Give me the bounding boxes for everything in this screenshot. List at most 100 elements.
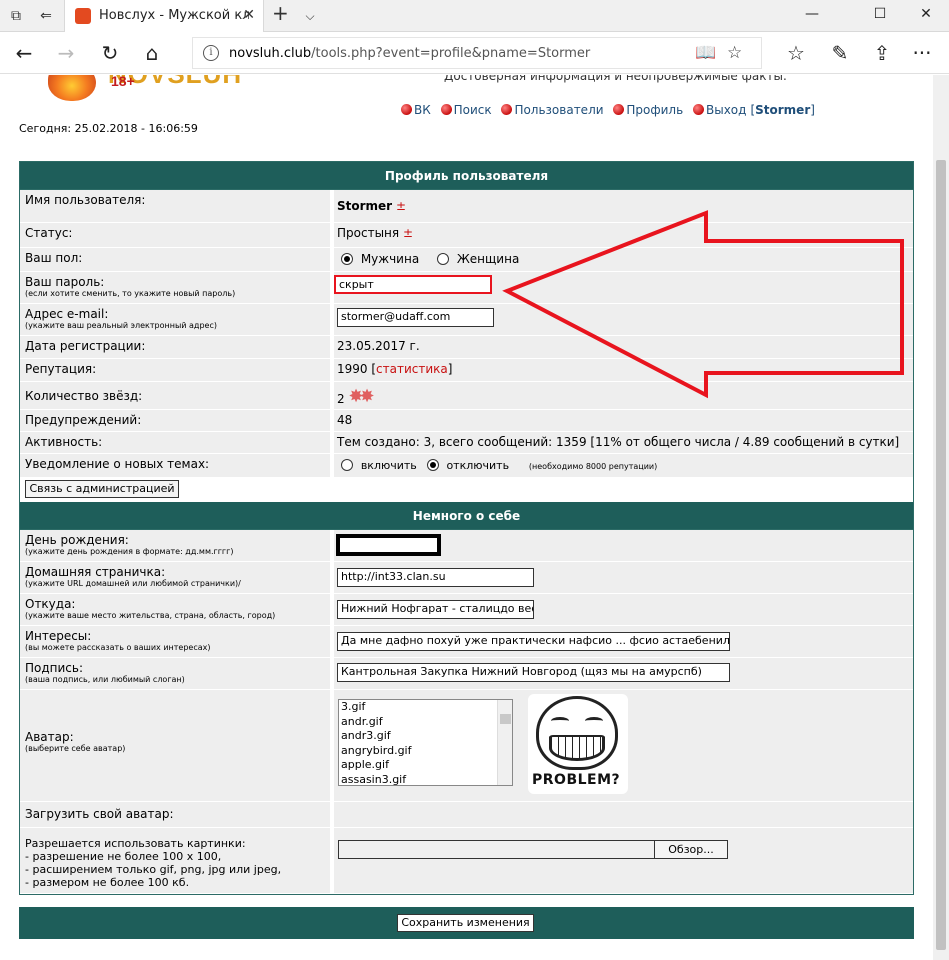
- reputation-label: Репутация:: [25, 362, 97, 376]
- site-info-icon[interactable]: i: [203, 45, 219, 61]
- new-tab-icon[interactable]: +: [272, 3, 289, 23]
- more-menu-icon[interactable]: ···: [908, 40, 936, 66]
- avatar-option[interactable]: andr.gif: [339, 715, 512, 730]
- nav-logout-link[interactable]: Выход: [706, 103, 746, 117]
- upload-label: Загрузить свой аватар:: [25, 807, 174, 821]
- minimize-icon[interactable]: —: [789, 6, 835, 26]
- birthday-row: День рождения: (укажите день рождения в ф…: [20, 530, 913, 562]
- signature-input[interactable]: Кантрольная Закупка Нижний Новгород (щяз…: [337, 663, 730, 682]
- contact-admin-button[interactable]: Связь с администрацией: [25, 480, 179, 498]
- birthday-label: День рождения:: [25, 533, 129, 547]
- reading-view-icon[interactable]: 📖: [695, 43, 716, 63]
- avatar-preview: PROBLEM?: [528, 694, 628, 794]
- web-note-icon[interactable]: ✎: [826, 40, 854, 66]
- set-aside-tabs-icon[interactable]: ⇐: [38, 8, 54, 24]
- avatar-list-scrollbar[interactable]: [497, 700, 512, 785]
- interests-input[interactable]: Да мне дафно похуй уже практически нафси…: [337, 632, 730, 651]
- registration-row: Дата регистрации: 23.05.2017 г.: [20, 336, 913, 359]
- email-label: Адрес e-mail:: [25, 307, 109, 321]
- tab-actions-icon[interactable]: ⧉: [8, 8, 24, 24]
- scroll-thumb[interactable]: [936, 160, 946, 950]
- nav-vk-link[interactable]: ВК: [414, 103, 431, 117]
- save-changes-button[interactable]: Сохранить изменения: [397, 914, 534, 932]
- warnings-label: Предупреждений:: [25, 413, 142, 427]
- username-value: Stormer: [337, 199, 393, 213]
- upload-rule: - разрешение не более 100 x 100,: [25, 850, 222, 863]
- gender-label: Ваш пол:: [25, 251, 83, 265]
- bullet-icon: [401, 104, 412, 115]
- current-user[interactable]: Stormer: [755, 103, 810, 117]
- homepage-hint: (укажите URL домашней или любимой страни…: [25, 579, 241, 588]
- homepage-input[interactable]: http://int33.clan.su: [337, 568, 534, 587]
- reputation-stats-link[interactable]: статистика: [376, 362, 448, 376]
- avatar-row: Аватар: (выберите себе аватар) 3.gif andr…: [20, 690, 913, 802]
- nav-users-link[interactable]: Пользователи: [514, 103, 603, 117]
- title-bar: ⧉ ⇐ Новслух - Мужской клуб ✕ + ⌵ — ☐ ✕: [0, 0, 949, 32]
- address-bar[interactable]: i novsluh.club/tools.php?event=profile&p…: [192, 37, 762, 69]
- interests-row: Интересы: (вы можете рассказать о ваших и…: [20, 626, 913, 658]
- avatar-option[interactable]: andr3.gif: [339, 729, 512, 744]
- favorites-hub-icon[interactable]: ☆: [782, 40, 810, 66]
- email-input[interactable]: stormer@udaff.com: [337, 308, 494, 327]
- forward-icon[interactable]: →: [52, 40, 80, 66]
- tab-title: Новслух - Мужской клуб: [99, 8, 249, 23]
- home-icon[interactable]: ⌂: [138, 40, 166, 66]
- avatar-option[interactable]: assasin3.gif: [339, 773, 512, 786]
- close-tab-icon[interactable]: ✕: [243, 7, 255, 23]
- gender-male-radio[interactable]: [341, 253, 353, 265]
- email-hint: (укажите ваш реальный электронный адрес): [25, 321, 217, 330]
- birthday-input[interactable]: [336, 534, 441, 556]
- avatar-option[interactable]: apple.gif: [339, 758, 512, 773]
- status-pm-link[interactable]: ±: [403, 226, 413, 240]
- avatar-option[interactable]: 3.gif: [339, 700, 512, 715]
- signature-label: Подпись:: [25, 661, 84, 675]
- notify-off-radio[interactable]: [426, 459, 439, 471]
- location-row: Откуда: (укажите ваше место жительства, с…: [20, 594, 913, 626]
- location-input[interactable]: Нижний Нофгарат - сталицдо вес: [337, 600, 534, 619]
- notify-label: Уведомление о новых темах:: [25, 457, 210, 471]
- password-input[interactable]: скрыт: [334, 275, 492, 294]
- username-row: Имя пользователя: Stormer ±: [20, 190, 913, 223]
- maximize-icon[interactable]: ☐: [857, 6, 903, 26]
- contact-row: Связь с администрацией: [20, 478, 913, 502]
- avatar-hint: (выберите себе аватар): [25, 744, 126, 753]
- trollface-icon: [536, 696, 618, 770]
- avatar-option[interactable]: angrybird.gif: [339, 744, 512, 759]
- status-label: Статус:: [25, 226, 73, 240]
- nav-profile-link[interactable]: Профиль: [626, 103, 683, 117]
- bullet-icon: [501, 104, 513, 115]
- notify-on-label: включить: [360, 459, 417, 472]
- avatar-select[interactable]: 3.gif andr.gif andr3.gif angrybird.gif a…: [338, 699, 513, 786]
- form-footer: Сохранить изменения: [19, 907, 914, 939]
- gender-female-radio[interactable]: [437, 253, 450, 265]
- signature-row: Подпись: (ваша подпись, или любимый слога…: [20, 658, 913, 690]
- favorite-star-icon[interactable]: ☆: [727, 43, 742, 63]
- site-logo[interactable]: NOVSLUH 18+: [38, 75, 241, 103]
- notify-on-radio[interactable]: [341, 459, 353, 471]
- browser-tab[interactable]: Новслух - Мужской клуб ✕: [64, 0, 264, 32]
- pm-link[interactable]: ±: [396, 199, 406, 213]
- about-section-header: Немного о себе: [20, 502, 913, 530]
- logo-age-badge: 18+: [111, 75, 135, 89]
- warnings-value: 48: [337, 413, 353, 427]
- share-icon[interactable]: ⇪: [868, 40, 896, 66]
- nav-search-link[interactable]: Поиск: [454, 103, 492, 117]
- password-hint: (если хотите сменить, то укажите новый п…: [25, 289, 236, 298]
- top-navigation: ВК Поиск Пользователи Профиль Выход [Stor…: [401, 103, 815, 117]
- close-window-icon[interactable]: ✕: [903, 6, 949, 26]
- page-scrollbar[interactable]: [933, 75, 949, 960]
- password-label: Ваш пароль:: [25, 275, 105, 289]
- refresh-icon[interactable]: ↻: [96, 40, 124, 66]
- status-value: Простыня: [337, 226, 400, 240]
- url-text[interactable]: novsluh.club/tools.php?event=profile&pna…: [229, 46, 590, 61]
- homepage-row: Домашняя страничка: (укажите URL домашней…: [20, 562, 913, 594]
- browse-button[interactable]: Обзор...: [654, 840, 728, 859]
- gender-female-label: Женщина: [456, 252, 520, 266]
- avatar-label: Аватар:: [25, 730, 74, 744]
- back-icon[interactable]: ←: [10, 40, 38, 66]
- warnings-row: Предупреждений: 48: [20, 410, 913, 432]
- upload-title-row: Загрузить свой аватар:: [20, 802, 913, 828]
- notify-row: Уведомление о новых темах: включить откл…: [20, 454, 913, 478]
- tab-preview-chevron-icon[interactable]: ⌵: [302, 8, 318, 24]
- upload-rules: Разрешается использовать картинки:: [25, 837, 246, 850]
